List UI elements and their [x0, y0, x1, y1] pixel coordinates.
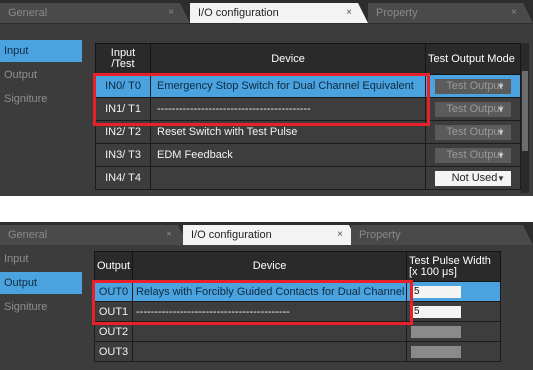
input-id: IN0/ T0 [95, 74, 151, 98]
column-header-input: Input /Test [95, 43, 151, 75]
tab-io-configuration[interactable]: I/O configuration × [190, 3, 368, 23]
input-id: IN3/ T3 [95, 143, 151, 167]
tab-label: Property [376, 7, 418, 19]
side-item-input[interactable]: Input [0, 248, 82, 270]
input-table: Input /Test Device Test Output Mode IN0/… [95, 43, 521, 190]
input-id: IN1/ T1 [95, 97, 151, 121]
device-cell[interactable]: Relays with Forcibly Guided Contacts for… [132, 281, 407, 302]
side-item-signiture[interactable]: Signiture [0, 296, 82, 318]
close-icon[interactable]: × [168, 3, 174, 23]
test-output-mode-select[interactable]: Test Output ▼ [435, 147, 511, 163]
close-icon[interactable]: × [166, 225, 172, 245]
side-item-output[interactable]: Output [0, 272, 82, 294]
device-cell[interactable] [132, 341, 407, 362]
output-id: OUT3 [94, 341, 133, 362]
table-row[interactable]: IN4/ T4 Not Used ▼ [95, 166, 521, 190]
side-nav: Input Output Signiture [0, 248, 82, 320]
tab-label: General [8, 7, 48, 19]
column-header-device: Device [132, 251, 407, 282]
test-pulse-width-input[interactable] [411, 325, 461, 338]
tab-label: Property [359, 229, 401, 241]
vertical-scrollbar[interactable] [521, 43, 529, 193]
device-cell[interactable]: Emergency Stop Switch for Dual Channel E… [150, 74, 426, 98]
device-cell[interactable]: EDM Feedback [150, 143, 426, 167]
table-row[interactable]: IN1/ T1 --------------------------------… [95, 97, 521, 121]
device-cell[interactable] [132, 321, 407, 342]
column-header-test-pulse-width: Test Pulse Width [x 100 μs] [406, 251, 501, 282]
tab-property[interactable]: Property [351, 225, 533, 245]
test-output-mode-select[interactable]: Test Output ▼ [435, 101, 511, 117]
tab-property[interactable]: Property × [368, 3, 533, 23]
tab-bar: General × I/O configuration × Property [0, 222, 533, 245]
test-pulse-width-input[interactable]: 5 [411, 305, 461, 318]
chevron-down-icon: ▼ [497, 104, 505, 114]
output-table: Output Device Test Pulse Width [x 100 μs… [94, 251, 501, 362]
table-row[interactable]: IN2/ T2 Reset Switch with Test Pulse Tes… [95, 120, 521, 144]
table-row[interactable]: OUT3 [94, 341, 501, 362]
table-row[interactable]: OUT0 Relays with Forcibly Guided Contact… [94, 281, 501, 302]
table-row[interactable]: IN3/ T3 EDM Feedback Test Output ▼ [95, 143, 521, 167]
side-item-signiture[interactable]: Signiture [0, 88, 82, 110]
tab-label: I/O configuration [191, 229, 272, 241]
input-id: IN4/ T4 [95, 166, 151, 190]
test-output-mode-select[interactable]: Not Used ▼ [435, 170, 511, 186]
io-config-panel-output: General × I/O configuration × Property I… [0, 222, 533, 370]
chevron-down-icon: ▼ [497, 150, 505, 160]
tab-general[interactable]: General × [0, 225, 188, 245]
io-config-panel-input: General × I/O configuration × Property ×… [0, 0, 533, 196]
device-cell[interactable]: ----------------------------------------… [150, 97, 426, 121]
tab-label: I/O configuration [198, 7, 279, 19]
chevron-down-icon: ▼ [497, 127, 505, 137]
table-row[interactable]: OUT1 -----------------------------------… [94, 301, 501, 322]
device-cell[interactable]: ----------------------------------------… [132, 301, 407, 322]
test-output-mode-select[interactable]: Test Output ▼ [435, 78, 511, 94]
chevron-down-icon: ▼ [497, 81, 505, 91]
test-output-mode-select[interactable]: Test Output ▼ [435, 124, 511, 140]
device-cell[interactable] [150, 166, 426, 190]
column-header-output: Output [94, 251, 133, 282]
side-nav: Input Output Signiture [0, 40, 82, 112]
select-value: Not Used [451, 171, 498, 184]
tab-general[interactable]: General × [0, 3, 190, 23]
tab-io-configuration[interactable]: I/O configuration × [183, 225, 359, 245]
input-id: IN2/ T2 [95, 120, 151, 144]
close-icon[interactable]: × [511, 3, 517, 23]
table-row[interactable]: IN0/ T0 Emergency Stop Switch for Dual C… [95, 74, 521, 98]
chevron-down-icon: ▼ [497, 173, 505, 183]
test-pulse-width-input[interactable]: 5 [411, 285, 461, 298]
close-icon[interactable]: × [346, 3, 352, 23]
output-id: OUT1 [94, 301, 133, 322]
close-icon[interactable]: × [337, 225, 343, 245]
output-id: OUT0 [94, 281, 133, 302]
table-row[interactable]: OUT2 [94, 321, 501, 342]
column-header-test-output-mode: Test Output Mode [425, 43, 521, 75]
scrollbar-thumb[interactable] [522, 71, 528, 151]
side-item-input[interactable]: Input [0, 40, 82, 62]
output-id: OUT2 [94, 321, 133, 342]
test-pulse-width-input[interactable] [411, 345, 461, 358]
column-header-device: Device [150, 43, 426, 75]
tab-label: General [8, 229, 48, 241]
tab-bar: General × I/O configuration × Property × [0, 0, 533, 24]
side-item-output[interactable]: Output [0, 64, 82, 86]
device-cell[interactable]: Reset Switch with Test Pulse [150, 120, 426, 144]
